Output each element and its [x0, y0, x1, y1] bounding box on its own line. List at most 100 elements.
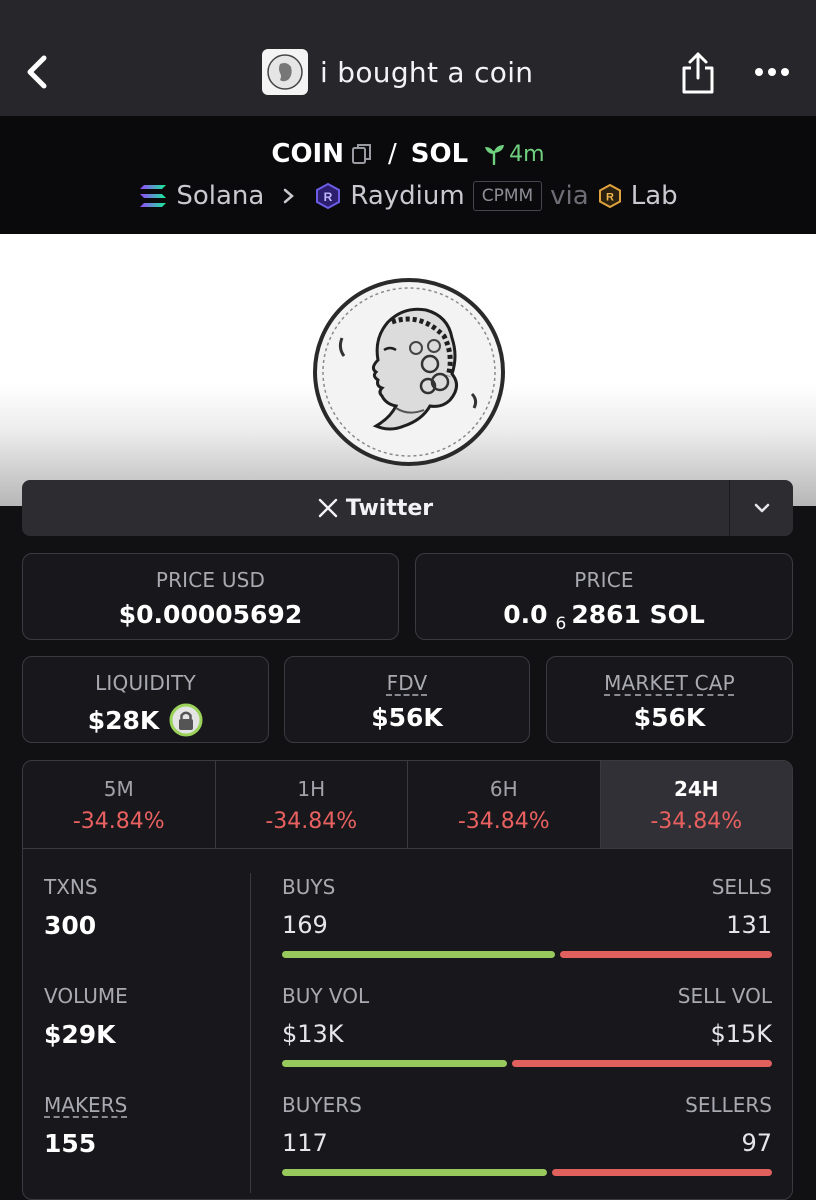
- share-button[interactable]: [678, 50, 718, 96]
- coin-image: [313, 278, 505, 466]
- liquidity-card: LIQUIDITY $28K: [22, 656, 269, 743]
- via-label: via: [550, 181, 589, 211]
- solana-icon: [140, 185, 167, 207]
- tab-label: 24H: [673, 777, 719, 801]
- makers-label[interactable]: MAKERS: [44, 1093, 127, 1117]
- pool-type-badge: CPMM: [472, 181, 543, 211]
- txns-split: BUYS SELLS 169 131: [282, 875, 772, 958]
- makers-split-values: 117 97: [282, 1129, 772, 1157]
- makers-value: 155: [44, 1129, 97, 1158]
- launchpad-link[interactable]: Lab: [631, 181, 678, 211]
- chevron-left-icon: [27, 55, 47, 89]
- volume-value: $29K: [44, 1020, 116, 1049]
- txns-value: 300: [44, 911, 97, 940]
- sellers-value: 97: [741, 1129, 772, 1157]
- sells-label: SELLS: [711, 875, 772, 899]
- title-group: i bought a coin: [262, 48, 533, 96]
- fdv-label[interactable]: FDV: [387, 671, 428, 695]
- svg-text:R: R: [606, 192, 614, 204]
- pair-separator: /: [388, 139, 397, 169]
- quote-token-symbol: SOL: [410, 139, 469, 169]
- pair-age-value: 4m: [509, 141, 545, 167]
- tab-label: 5M: [103, 777, 134, 801]
- tab-24h[interactable]: 24H -34.84%: [600, 761, 792, 848]
- copy-icon[interactable]: [350, 142, 374, 166]
- buy-vol-value: $13K: [282, 1020, 344, 1048]
- twitter-button[interactable]: Twitter: [22, 480, 729, 536]
- lock-icon[interactable]: [169, 703, 203, 737]
- buy-vol-bar: [282, 1060, 507, 1067]
- txns-row: TXNS 300 BUYS SELLS 169 131: [23, 875, 792, 975]
- buys-value: 169: [282, 911, 328, 939]
- price-native-card: PRICE 0.0 6 2861 SOL: [415, 553, 793, 640]
- volume-summary: VOLUME $29K: [44, 984, 128, 1049]
- more-options-button[interactable]: [752, 60, 792, 84]
- buyers-bar: [282, 1169, 547, 1176]
- back-button[interactable]: [22, 50, 56, 94]
- trade-stats: TXNS 300 BUYS SELLS 169 131 VOLUME $29K …: [23, 849, 792, 1199]
- price-native-label: PRICE: [574, 568, 634, 592]
- tab-label: 1H: [297, 777, 326, 801]
- timeframe-tabs: 5M -34.84% 1H -34.84% 6H -34.84% 24H -34…: [23, 761, 792, 849]
- volume-row: VOLUME $29K BUY VOL SELL VOL $13K $15K: [23, 984, 792, 1084]
- sellers-bar: [552, 1169, 772, 1176]
- market-cap-value: $56K: [633, 703, 706, 732]
- token-avatar: [262, 49, 308, 95]
- svg-text:R: R: [324, 190, 333, 204]
- volume-split-values: $13K $15K: [282, 1020, 772, 1048]
- sell-vol-bar: [512, 1060, 772, 1067]
- volume-label: VOLUME: [44, 984, 128, 1008]
- makers-row: MAKERS 155 BUYERS SELLERS 117 97: [23, 1093, 792, 1193]
- volume-ratio-bar: [282, 1060, 772, 1067]
- x-logo-icon: [318, 498, 338, 518]
- twitter-label: Twitter: [345, 495, 434, 521]
- tab-5m[interactable]: 5M -34.84%: [23, 761, 216, 848]
- timeframe-stats-card: 5M -34.84% 1H -34.84% 6H -34.84% 24H -34…: [22, 760, 793, 1200]
- pair-title: COIN / SOL 4m: [0, 136, 816, 172]
- price-change-value: -34.84%: [457, 809, 550, 834]
- price-usd-card: PRICE USD $0.00005692: [22, 553, 399, 640]
- socials-dropdown-button[interactable]: [729, 480, 793, 536]
- fdv-card: FDV $56K: [284, 656, 530, 743]
- sells-value: 131: [726, 911, 772, 939]
- market-cap-label[interactable]: MARKET CAP: [604, 671, 735, 695]
- tab-6h[interactable]: 6H -34.84%: [408, 761, 601, 848]
- chevron-right-icon: [284, 188, 295, 204]
- page-title: i bought a coin: [320, 55, 534, 89]
- liquidity-value: $28K: [87, 705, 160, 735]
- price-usd-value: $0.00005692: [118, 600, 303, 629]
- buyers-value: 117: [282, 1129, 328, 1157]
- sprout-icon: [485, 145, 505, 165]
- buyers-label: BUYERS: [282, 1093, 362, 1117]
- raydium-icon: R: [316, 182, 341, 210]
- market-cap-label-wrap: MARKET CAP: [547, 671, 792, 695]
- makers-summary: MAKERS 155: [44, 1093, 127, 1158]
- txns-label: TXNS: [44, 875, 98, 899]
- buys-bar: [282, 951, 555, 958]
- volume-split-labels: BUY VOL SELL VOL: [282, 984, 772, 1008]
- buys-label: BUYS: [282, 875, 336, 899]
- socials-row: Twitter: [22, 480, 793, 536]
- txns-split-labels: BUYS SELLS: [282, 875, 772, 899]
- volume-split: BUY VOL SELL VOL $13K $15K: [282, 984, 772, 1067]
- chain-link[interactable]: Solana: [176, 181, 264, 211]
- txns-ratio-bar: [282, 951, 772, 958]
- tab-1h[interactable]: 1H -34.84%: [216, 761, 408, 848]
- more-dots-icon: [755, 68, 789, 76]
- price-native-digits: 2861 SOL: [571, 600, 705, 629]
- makers-split: BUYERS SELLERS 117 97: [282, 1093, 772, 1176]
- txns-split-values: 169 131: [282, 911, 772, 939]
- dex-link[interactable]: Raydium: [350, 181, 464, 211]
- launchpad-icon: R: [598, 183, 621, 209]
- pair-age: 4m: [482, 141, 545, 167]
- fdv-value: $56K: [371, 703, 443, 732]
- liquidity-label: LIQUIDITY: [95, 671, 196, 695]
- buy-vol-label: BUY VOL: [282, 984, 370, 1008]
- coin-thumbnail-icon: [267, 54, 303, 90]
- sellers-label: SELLERS: [685, 1093, 772, 1117]
- chevron-down-icon: [754, 503, 769, 513]
- price-usd-label: PRICE USD: [155, 568, 266, 592]
- sell-vol-label: SELL VOL: [677, 984, 772, 1008]
- makers-ratio-bar: [282, 1169, 772, 1176]
- price-change-value: -34.84%: [650, 809, 743, 834]
